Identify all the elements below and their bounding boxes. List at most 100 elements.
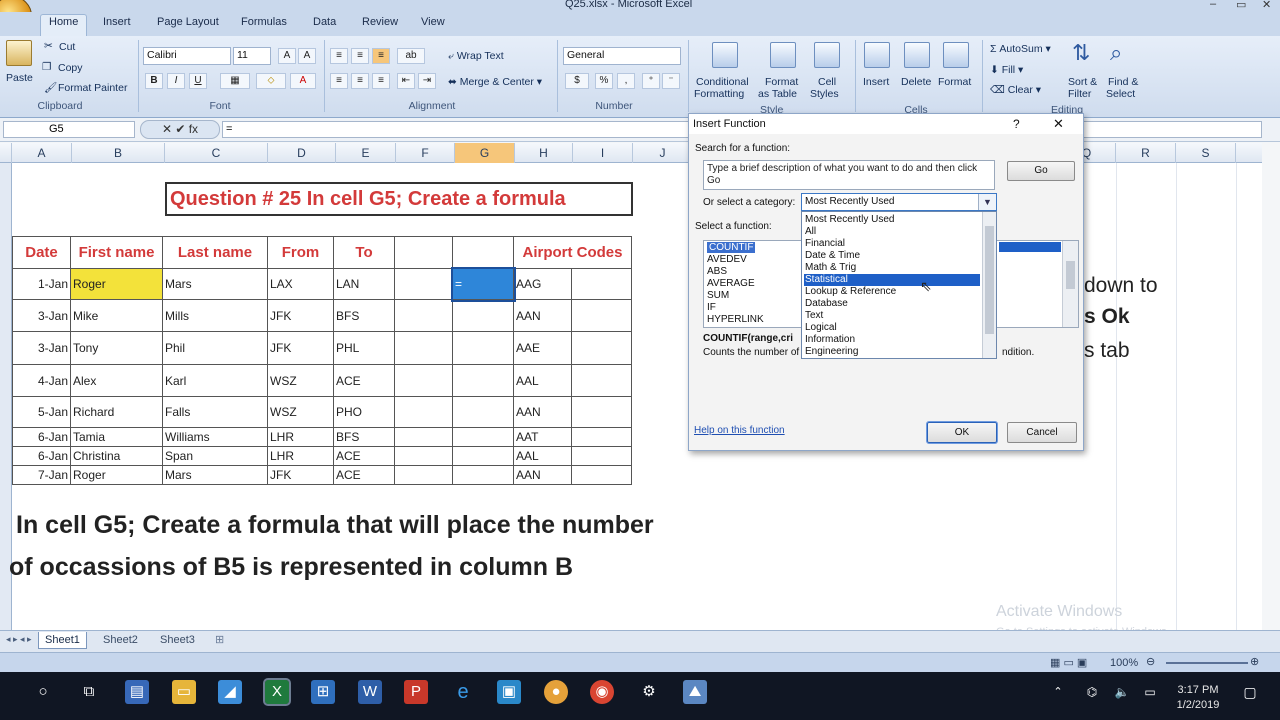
cell-airport-code[interactable]: AAE [513, 331, 572, 365]
cell-airport-code[interactable]: AAL [513, 446, 572, 466]
merge-center-button[interactable]: ⬌ Merge & Center ▾ [448, 76, 542, 88]
column-header[interactable]: E [336, 143, 396, 163]
column-header[interactable]: S [1176, 143, 1236, 163]
category-select[interactable]: Most Recently Used [801, 193, 997, 211]
volume-icon[interactable]: 🔈 [1110, 680, 1134, 704]
app-icon[interactable]: ◢ [218, 680, 242, 704]
copy-button[interactable]: Copy [58, 62, 83, 74]
paste-icon[interactable] [6, 40, 32, 66]
category-option[interactable]: Lookup & Reference [804, 286, 980, 298]
cell-from[interactable]: JFK [267, 331, 334, 365]
tab-view[interactable]: View [421, 16, 445, 28]
scrollbar-thumb[interactable] [1066, 261, 1075, 289]
percent-icon[interactable]: % [595, 73, 613, 89]
cell-date[interactable]: 3-Jan [12, 331, 71, 365]
tab-formulas[interactable]: Formulas [241, 16, 287, 28]
chrome-icon[interactable]: ◉ [590, 680, 614, 704]
network-icon[interactable]: ⌬ [1080, 680, 1104, 704]
grow-font-icon[interactable]: A [278, 48, 296, 64]
category-option[interactable]: All [804, 226, 980, 238]
cell-blank[interactable] [571, 396, 632, 428]
shrink-font-icon[interactable]: A [298, 48, 316, 64]
zoom-level[interactable]: 100% [1110, 657, 1138, 669]
cell-date[interactable]: 1-Jan [12, 268, 71, 300]
function-item[interactable]: SUM [707, 290, 729, 301]
cell-last-name[interactable]: Mars [162, 268, 268, 300]
cell-last-name[interactable]: Falls [162, 396, 268, 428]
cut-icon[interactable]: ✂ [44, 40, 53, 52]
cell-date[interactable]: 3-Jan [12, 299, 71, 332]
category-option[interactable]: Logical [804, 322, 980, 334]
bold-button[interactable]: B [145, 73, 163, 89]
cell-blank[interactable] [452, 396, 514, 428]
file-explorer-icon[interactable]: ▭ [172, 680, 196, 704]
cell-last-name[interactable]: Mills [162, 299, 268, 332]
cell-last-name[interactable]: Span [162, 446, 268, 466]
borders-icon[interactable]: ▦ [220, 73, 250, 89]
increase-indent-icon[interactable]: ⇥ [418, 73, 436, 89]
column-header[interactable]: B [72, 143, 165, 163]
category-option[interactable]: Engineering [804, 346, 980, 358]
cell-first-name[interactable]: Richard [70, 396, 163, 428]
comma-icon[interactable]: , [617, 73, 635, 89]
function-item[interactable]: IF [707, 302, 716, 313]
format-cells-icon[interactable] [943, 42, 969, 68]
category-option[interactable]: Text [804, 310, 980, 322]
format-as-table-icon[interactable] [770, 42, 796, 68]
category-option[interactable]: Database [804, 298, 980, 310]
powerpoint-icon[interactable]: P [404, 680, 428, 704]
category-option[interactable]: Most Recently Used [804, 214, 980, 226]
conditional-formatting-icon[interactable] [712, 42, 738, 68]
conditional-formatting-line2[interactable]: Formatting [694, 88, 744, 100]
view-buttons-icon[interactable]: ▦ ▭ ▣ [1050, 656, 1087, 669]
cell-date[interactable]: 5-Jan [12, 396, 71, 428]
column-header[interactable]: R [1116, 143, 1176, 163]
number-format-select[interactable]: General [563, 47, 681, 65]
column-header[interactable]: A [12, 143, 72, 163]
format-painter-button[interactable]: Format Painter [58, 82, 127, 94]
ok-button[interactable]: OK [926, 421, 998, 444]
cell-first-name[interactable]: Mike [70, 299, 163, 332]
autosum-button[interactable]: Σ AutoSum ▾ [990, 43, 1051, 55]
find-select-icon[interactable]: ⌕ [1110, 40, 1122, 66]
cell-blank[interactable] [571, 427, 632, 447]
cell-blank[interactable] [571, 299, 632, 332]
cell-first-name[interactable]: Tony [70, 331, 163, 365]
cell-airport-code[interactable]: AAT [513, 427, 572, 447]
cell-date[interactable]: 6-Jan [12, 427, 71, 447]
font-color-icon[interactable]: A [290, 73, 316, 89]
app-icon[interactable]: ▣ [497, 680, 521, 704]
font-name-select[interactable]: Calibri [143, 47, 231, 65]
increase-decimal-icon[interactable]: ⁺ [642, 73, 660, 89]
cell-from[interactable]: LAX [267, 268, 334, 300]
cell-blank[interactable] [452, 364, 514, 397]
cell-last-name[interactable]: Phil [162, 331, 268, 365]
cell-first-name[interactable]: Roger [70, 465, 163, 485]
cell-date[interactable]: 7-Jan [12, 465, 71, 485]
dialog-help-button[interactable]: ? [1013, 114, 1020, 134]
header-blank[interactable] [452, 236, 514, 269]
timeline-icon[interactable]: ⧉ [77, 680, 101, 704]
column-header[interactable]: J [633, 143, 693, 163]
category-option-highlighted[interactable]: Statistical [804, 274, 980, 286]
category-option[interactable]: Date & Time [804, 250, 980, 262]
maximize-button[interactable]: ▭ [1236, 0, 1246, 11]
app-icon[interactable]: ▤ [125, 680, 149, 704]
align-left-icon[interactable]: ≡ [330, 73, 348, 89]
function-item[interactable]: AVEDEV [707, 254, 747, 265]
cell-first-name[interactable]: Tamia [70, 427, 163, 447]
clock[interactable]: 3:17 PM 1/2/2019 [1168, 683, 1228, 713]
header-airport-codes[interactable]: Airport Codes [513, 236, 632, 269]
cell-to[interactable]: PHL [333, 331, 395, 365]
sort-filter-line1[interactable]: Sort & [1068, 76, 1097, 88]
zoom-out-icon[interactable]: ⊖ [1146, 655, 1155, 668]
chevron-down-icon[interactable]: ▼ [978, 194, 996, 210]
cell-from[interactable]: LHR [267, 446, 334, 466]
clear-button[interactable]: ⌫ Clear ▾ [990, 84, 1041, 96]
scrollbar-thumb[interactable] [985, 226, 994, 334]
column-header[interactable]: I [573, 143, 633, 163]
close-button[interactable]: ✕ [1262, 0, 1271, 11]
cell-date[interactable]: 6-Jan [12, 446, 71, 466]
cell-blank[interactable] [571, 446, 632, 466]
cell-to[interactable]: PHO [333, 396, 395, 428]
